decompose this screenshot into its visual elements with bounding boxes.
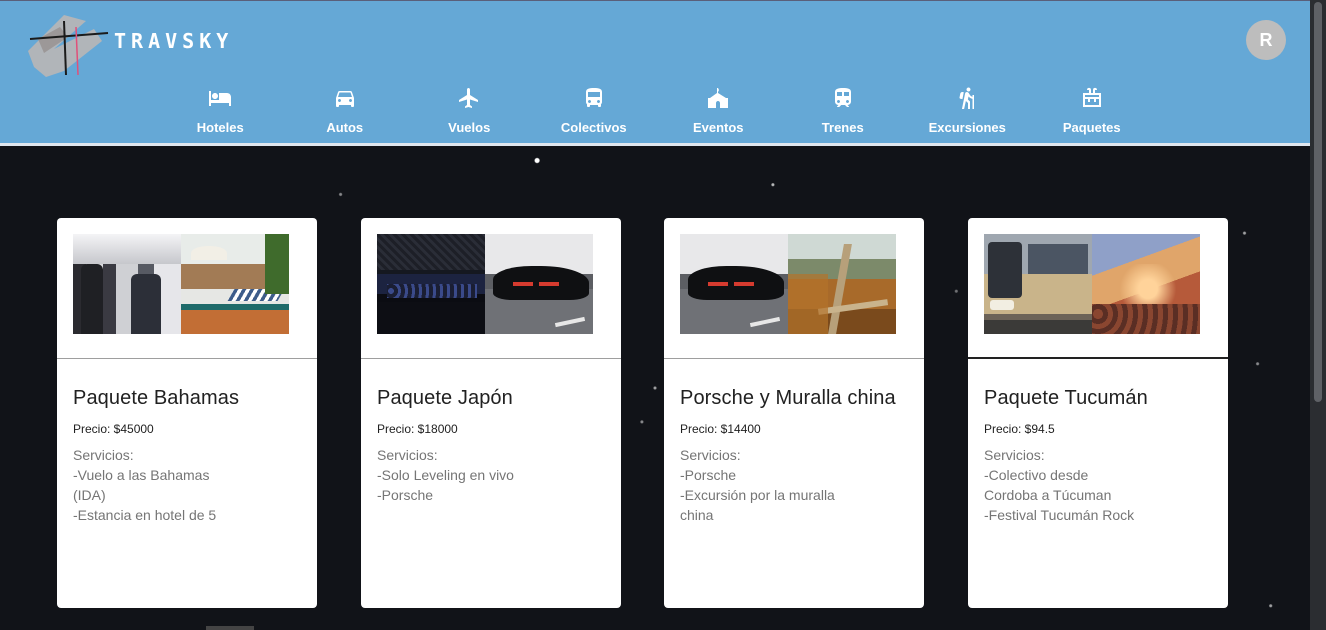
scrollbar-thumb[interactable]	[1314, 2, 1322, 402]
nav-label: Excursiones	[928, 120, 1006, 135]
package-card[interactable]: Paquete Japón Precio: $18000 Servicios: …	[361, 218, 621, 608]
app-header: TRAVSKY R Hoteles Autos Vuelos Colectivo…	[0, 0, 1310, 146]
nav-label: Autos	[326, 120, 364, 135]
bus-icon	[585, 88, 602, 107]
user-avatar[interactable]: R	[1246, 20, 1286, 60]
category-nav: Hoteles Autos Vuelos Colectivos Eventos …	[158, 81, 1154, 141]
brand-logo-mark-icon	[28, 15, 109, 77]
card-price: Precio: $94.5	[984, 422, 1055, 436]
train-icon	[834, 88, 851, 107]
service-item: -Vuelo a las Bahamas (IDA)	[73, 467, 210, 503]
service-item: -Porsche	[680, 467, 737, 483]
venue-icon	[708, 88, 729, 108]
services-label: Servicios:	[984, 447, 1045, 463]
service-item: -Excursión por la muralla china	[680, 487, 835, 523]
nav-item-colectivos[interactable]: Colectivos	[532, 81, 657, 139]
service-item: -Solo Leveling en vivo	[377, 467, 514, 483]
bed-icon	[209, 91, 232, 106]
great-wall-photo	[788, 234, 896, 334]
nav-item-vuelos[interactable]: Vuelos	[407, 81, 532, 139]
package-icon	[1082, 87, 1101, 107]
horizontal-scroll-indicator	[206, 626, 254, 630]
services-label: Servicios:	[73, 447, 134, 463]
card-price: Precio: $45000	[73, 422, 154, 436]
card-services: Servicios: -Colectivo desde Cordoba a Tú…	[984, 445, 1144, 525]
package-card[interactable]: Paquete Tucumán Precio: $94.5 Servicios:…	[968, 218, 1228, 608]
service-item: -Porsche	[377, 487, 434, 503]
festival-crowd-photo	[1092, 234, 1200, 334]
card-title: Paquete Japón	[377, 387, 513, 409]
nav-item-eventos[interactable]: Eventos	[656, 81, 781, 139]
hiking-icon	[959, 87, 975, 109]
nav-label: Hoteles	[196, 120, 244, 135]
hotel-pool-photo	[181, 234, 289, 334]
black-porsche-photo	[485, 234, 593, 334]
nav-label: Paquetes	[1062, 120, 1121, 135]
nav-label: Vuelos	[448, 120, 491, 135]
black-porsche-photo	[680, 234, 788, 334]
card-price: Precio: $14400	[680, 422, 761, 436]
package-card[interactable]: Paquete Bahamas Precio: $45000 Servicios…	[57, 218, 317, 608]
service-item: -Festival Tucumán Rock	[984, 507, 1135, 523]
card-media	[968, 218, 1228, 359]
car-icon	[335, 91, 354, 107]
card-price: Precio: $18000	[377, 422, 458, 436]
card-services: Servicios: -Vuelo a las Bahamas (IDA) -E…	[73, 445, 233, 525]
nav-item-trenes[interactable]: Trenes	[781, 81, 906, 139]
service-item: -Estancia en hotel de 5	[73, 507, 217, 523]
nav-item-autos[interactable]: Autos	[283, 81, 408, 139]
nav-item-excursiones[interactable]: Excursiones	[905, 81, 1030, 139]
concert-crowd-photo	[377, 234, 485, 334]
card-media	[57, 218, 317, 359]
package-card[interactable]: Porsche y Muralla china Precio: $14400 S…	[664, 218, 924, 608]
services-label: Servicios:	[680, 447, 741, 463]
nav-label: Trenes	[821, 120, 864, 135]
nav-label: Eventos	[692, 120, 744, 135]
airplane-cabin-photo	[73, 234, 181, 334]
card-title: Paquete Tucumán	[984, 387, 1148, 409]
card-media	[361, 218, 621, 359]
brand-name: TRAVSKY	[114, 29, 234, 53]
card-services: Servicios: -Porsche -Excursión por la mu…	[680, 445, 840, 525]
airplane-icon	[459, 88, 479, 108]
services-label: Servicios:	[377, 447, 438, 463]
card-services: Servicios: -Solo Leveling en vivo -Porsc…	[377, 445, 537, 505]
nav-item-hoteles[interactable]: Hoteles	[158, 81, 283, 139]
coach-bus-photo	[984, 234, 1092, 334]
nav-item-paquetes[interactable]: Paquetes	[1030, 81, 1155, 139]
card-media	[664, 218, 924, 359]
card-title: Paquete Bahamas	[73, 387, 240, 409]
page-scrollbar[interactable]	[1310, 0, 1326, 630]
service-item: -Colectivo desde Cordoba a Túcuman	[984, 467, 1112, 503]
nav-label: Colectivos	[560, 120, 627, 135]
brand-logo[interactable]: TRAVSKY	[24, 9, 234, 79]
card-title: Porsche y Muralla china	[680, 387, 896, 409]
